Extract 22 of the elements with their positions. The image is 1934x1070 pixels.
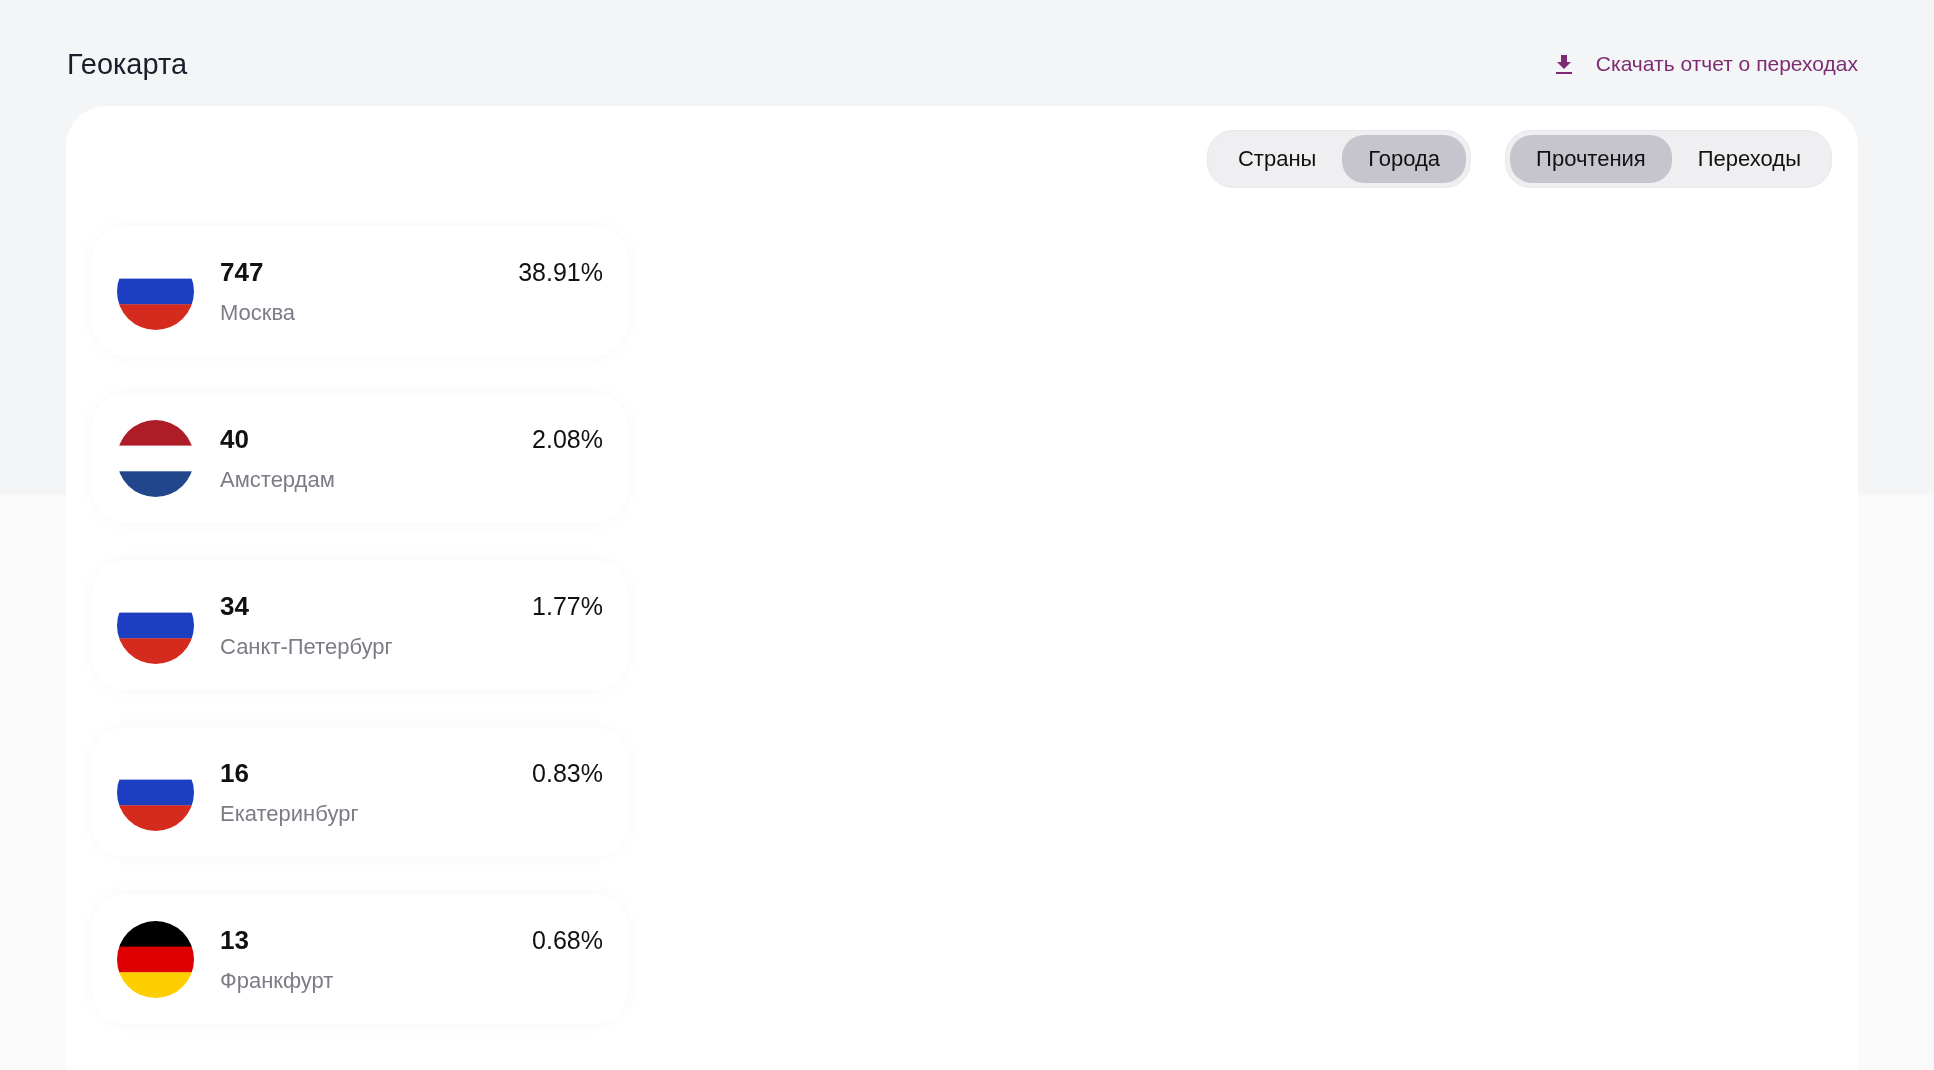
- tab[interactable]: Переходы: [1671, 135, 1827, 183]
- tab[interactable]: Прочтения: [1510, 135, 1672, 183]
- visit-count: 747: [220, 256, 264, 288]
- percentage: 1.77%: [532, 591, 603, 621]
- visit-count: 40: [220, 423, 249, 455]
- city-name: Амстердам: [220, 466, 336, 493]
- download-icon: [1555, 54, 1572, 74]
- percentage: 38.91%: [518, 257, 603, 287]
- page-title: Геокарта: [67, 47, 188, 81]
- city-name: Москва: [220, 299, 297, 326]
- percentage: 2.08%: [532, 424, 603, 454]
- visit-count: 13: [220, 924, 249, 956]
- visit-count: 16: [220, 757, 249, 789]
- city-name: Санкт-Петербург: [220, 633, 394, 660]
- percentage: 0.83%: [532, 758, 603, 788]
- city-name: Екатеринбург: [220, 800, 360, 827]
- tab[interactable]: Города: [1342, 135, 1467, 183]
- visit-count: 34: [220, 590, 249, 622]
- tab[interactable]: Страны: [1211, 135, 1343, 183]
- download-report-link[interactable]: Скачать отчет о переходах: [1555, 52, 1858, 76]
- percentage: 0.68%: [532, 925, 603, 955]
- city-name: Франкфурт: [220, 967, 335, 994]
